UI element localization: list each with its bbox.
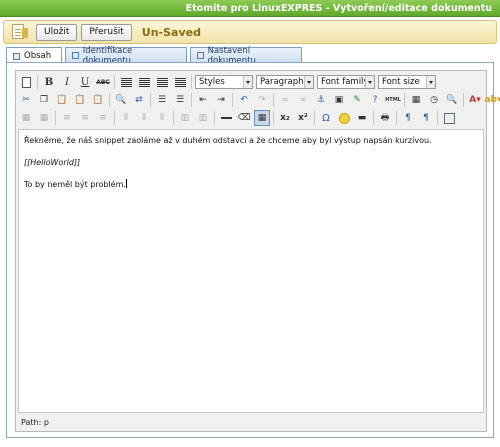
outdent-icon[interactable]: ⇤	[195, 92, 211, 108]
split-cells-icon: ▥	[180, 113, 190, 123]
table-props-icon: ▦	[39, 113, 49, 123]
format-select-value: Paragraph	[260, 77, 304, 87]
chevron-down-icon	[365, 76, 374, 88]
save-button[interactable]: Uložit	[36, 23, 78, 41]
editor-path-bar: Path: p	[18, 415, 484, 430]
rich-text-editor: B I U ABC Styles Paragraph Font family F…	[15, 70, 500, 432]
cleanup-icon[interactable]: ✎	[349, 92, 365, 108]
align-right-icon[interactable]	[154, 74, 170, 90]
strikethrough-button[interactable]: ABC	[95, 74, 111, 90]
align-center-icon[interactable]	[136, 74, 152, 90]
font-size-select-value: Font size	[382, 77, 420, 87]
underline-button[interactable]: U	[77, 74, 93, 90]
row-after-icon: ≡	[81, 113, 89, 123]
text-cursor	[125, 179, 127, 188]
paste-text-icon[interactable]: 📋	[72, 92, 88, 108]
new-document-icon[interactable]	[18, 74, 34, 90]
col-after-icon: ⫴	[142, 113, 146, 123]
ltr-icon[interactable]: ¶	[400, 110, 416, 126]
redo-icon: ↷	[258, 95, 266, 105]
bold-button[interactable]: B	[41, 74, 57, 90]
horizontal-rule-icon[interactable]	[218, 110, 234, 126]
editor-content-area[interactable]: Řekněme, že náš snippet zaoláme až v duh…	[18, 129, 484, 413]
align-justify-icon[interactable]	[172, 74, 188, 90]
print-icon[interactable]: 🖶	[377, 110, 393, 126]
document-icon	[12, 24, 28, 40]
unlink-icon: ∞	[299, 95, 307, 105]
numbered-list-icon[interactable]: ☰	[172, 92, 188, 108]
visual-aid-icon[interactable]: ▦	[254, 110, 270, 126]
image-icon[interactable]: ▣	[331, 92, 347, 108]
tab-panel: B I U ABC Styles Paragraph Font family F…	[6, 62, 500, 438]
superscript-icon[interactable]: x²	[295, 110, 311, 126]
row-before-icon: ≡	[63, 113, 71, 123]
italic-button[interactable]: I	[59, 74, 75, 90]
cancel-button[interactable]: Přerušit	[81, 23, 132, 41]
tab-page-icon	[13, 52, 20, 60]
cut-icon[interactable]: ✂	[18, 92, 34, 108]
paragraph-3-text: To by neměl být problém.	[24, 180, 126, 189]
highlight-color-icon[interactable]: ab▾	[484, 92, 500, 108]
chevron-down-icon	[243, 76, 252, 88]
element-path: Path: p	[21, 418, 49, 427]
rtl-icon[interactable]: ¶	[418, 110, 434, 126]
col-before-icon: ⫴	[124, 113, 128, 123]
paste-icon[interactable]: 📋	[54, 92, 70, 108]
chevron-down-icon	[304, 76, 313, 88]
html-source-button[interactable]: HTML	[385, 92, 401, 108]
insert-time-icon[interactable]: ◷	[426, 92, 442, 108]
help-icon[interactable]: ?	[367, 92, 383, 108]
emoticon-icon[interactable]	[336, 110, 352, 126]
align-left-icon[interactable]	[118, 74, 134, 90]
styles-select-value: Styles	[199, 77, 225, 87]
tab-page-icon	[197, 52, 204, 59]
font-family-select-value: Font family	[321, 77, 369, 87]
font-size-select[interactable]: Font size	[378, 75, 436, 89]
toolbar-row-2: ✂ ❐ 📋 📋 📋 🔍 ⇄ ☰ ☰ ⇤ ⇥ ↶ ↷ ∞ ∞ ⚓ ▣ ✎ ? HT…	[18, 91, 500, 109]
undo-icon[interactable]: ↶	[236, 92, 252, 108]
insert-date-icon[interactable]: ▦	[408, 92, 424, 108]
preview-icon[interactable]: 🔍	[444, 92, 460, 108]
window-title: Etomite pro LinuxEXPRES - Vytvoření/edit…	[185, 3, 492, 14]
replace-icon[interactable]: ⇄	[131, 92, 147, 108]
paste-word-icon[interactable]: 📋	[90, 92, 106, 108]
indent-icon[interactable]: ⇥	[213, 92, 229, 108]
remove-format-icon[interactable]: ⌫	[236, 110, 252, 126]
tab-label: Obsah	[24, 51, 52, 61]
copy-icon[interactable]: ❐	[36, 92, 52, 108]
table-icon: ▦	[21, 113, 31, 123]
toolbar-row-3: ▦ ▦ ≡ ≡ ≡ ⫴ ⫴ ⫴ ▥ ▥ ⌫ ▦ x₂ x² Ω ▬ 🖶 ¶ ¶	[18, 109, 459, 127]
tab-nastaveni-dokumentu[interactable]: Nastavení dokumentu	[190, 46, 303, 66]
tab-bar: Obsah Identifikace dokumentu Nastavení d…	[6, 46, 305, 66]
action-bar: Uložit Přerušit Un-Saved	[3, 20, 497, 44]
subscript-icon[interactable]: x₂	[277, 110, 293, 126]
format-select[interactable]: Paragraph	[256, 75, 314, 89]
link-icon: ∞	[281, 95, 289, 105]
merge-cells-icon: ▥	[198, 113, 208, 123]
styles-select[interactable]: Styles	[195, 75, 253, 89]
find-icon[interactable]: 🔍	[113, 92, 129, 108]
tab-identifikace-dokumentu[interactable]: Identifikace dokumentu	[65, 46, 188, 66]
anchor-icon[interactable]: ⚓	[313, 92, 329, 108]
paragraph-1: Řekněme, že náš snippet zaoláme až v duh…	[24, 136, 432, 145]
toolbar-row-1: B I U ABC Styles Paragraph Font family F…	[18, 73, 439, 91]
font-family-select[interactable]: Font family	[317, 75, 375, 89]
chevron-down-icon	[426, 76, 435, 88]
paragraph-3: To by neměl být problém.	[24, 179, 478, 190]
snippet-paragraph: [[HelloWorld]]	[24, 158, 81, 167]
text-color-icon[interactable]: A▾	[467, 92, 483, 108]
tab-page-icon	[72, 52, 79, 59]
window-title-bar: Etomite pro LinuxEXPRES - Vytvoření/edit…	[0, 0, 500, 17]
bullet-list-icon[interactable]: ☰	[154, 92, 170, 108]
unsaved-status: Un-Saved	[141, 25, 201, 39]
delete-row-icon: ≡	[99, 113, 107, 123]
media-icon[interactable]: ▬	[354, 110, 370, 126]
delete-col-icon: ⫴	[160, 113, 164, 123]
special-char-icon[interactable]: Ω	[318, 110, 334, 126]
fullscreen-icon[interactable]	[441, 110, 457, 126]
